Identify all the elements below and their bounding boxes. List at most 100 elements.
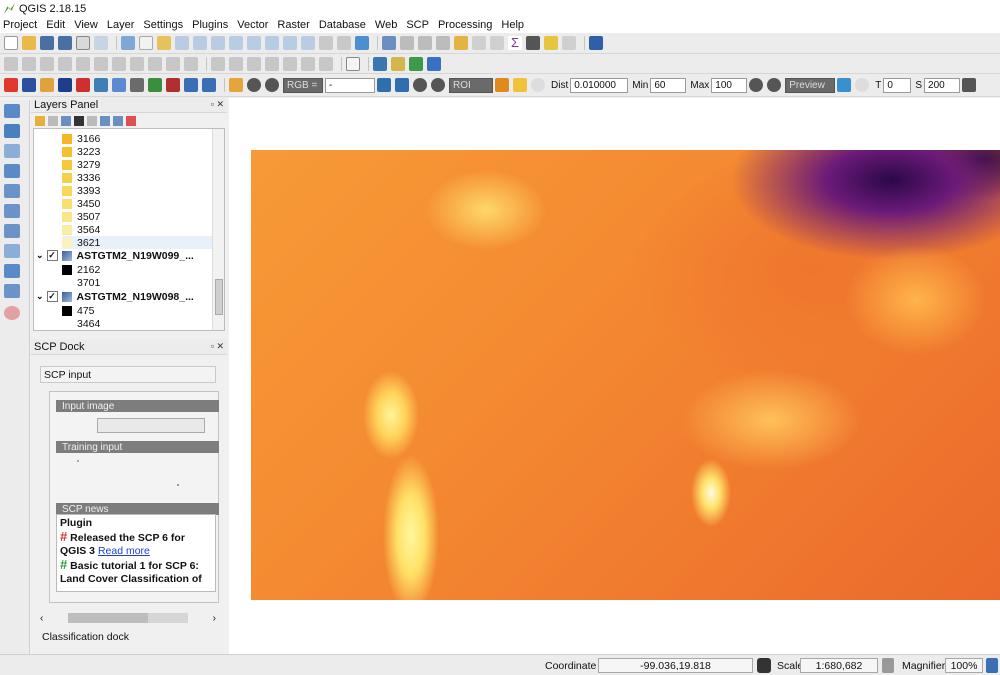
composer-manager-icon[interactable] bbox=[94, 36, 108, 50]
add-wms-layer-icon[interactable] bbox=[4, 184, 20, 198]
open-project-icon[interactable] bbox=[22, 36, 36, 50]
touch-icon[interactable] bbox=[139, 36, 153, 50]
roi-button[interactable]: ROI bbox=[449, 77, 493, 93]
t-spinbox[interactable]: 0 bbox=[883, 77, 912, 93]
preprocessing-icon[interactable] bbox=[40, 78, 54, 92]
scrollbar-thumb[interactable] bbox=[215, 279, 223, 315]
rgb-composite-icon[interactable] bbox=[229, 78, 243, 92]
panel-float-close-icon[interactable]: ▫ ✕ bbox=[211, 99, 224, 110]
save-as-icon[interactable] bbox=[58, 36, 72, 50]
tools-icon[interactable] bbox=[148, 78, 162, 92]
print-composer-icon[interactable] bbox=[76, 36, 90, 50]
cut-features-icon[interactable] bbox=[130, 56, 144, 71]
save-project-icon[interactable] bbox=[40, 36, 54, 50]
new-shapefile-icon[interactable] bbox=[4, 284, 20, 298]
menu-database[interactable]: Database bbox=[319, 19, 366, 31]
copy-features-icon[interactable] bbox=[148, 56, 162, 71]
read-more-link[interactable]: Read more bbox=[98, 545, 150, 557]
preview-pointer-icon[interactable] bbox=[837, 78, 852, 92]
layer-item[interactable]: ⌄ ✓ ASTGTM2_N19W098_... bbox=[36, 290, 194, 303]
undo-icon[interactable] bbox=[184, 56, 198, 71]
new-training-icon[interactable] bbox=[77, 460, 79, 462]
menu-scp[interactable]: SCP bbox=[406, 19, 429, 31]
zoom-next-icon[interactable] bbox=[301, 36, 315, 50]
filter-icon[interactable] bbox=[74, 115, 84, 126]
filter-expression-icon[interactable] bbox=[87, 115, 97, 126]
scale-combo[interactable]: 1:680,682 bbox=[800, 658, 878, 673]
redo-preview-icon[interactable] bbox=[855, 78, 870, 92]
settings-scp-icon[interactable] bbox=[166, 78, 180, 92]
messages-icon[interactable] bbox=[986, 658, 998, 673]
show-hide-roi-icon[interactable] bbox=[431, 78, 445, 92]
scrollbar-thumb[interactable] bbox=[68, 613, 148, 623]
zoom-preview-icon[interactable] bbox=[749, 78, 764, 92]
max-spinbox[interactable]: 100 bbox=[711, 77, 748, 93]
min-spinbox[interactable]: 60 bbox=[650, 77, 687, 93]
scroll-left-icon[interactable]: ‹ bbox=[40, 613, 43, 624]
show-hide-labels-icon[interactable] bbox=[319, 56, 333, 71]
select-features-icon[interactable] bbox=[418, 36, 432, 50]
csw-icon[interactable] bbox=[346, 56, 360, 71]
change-label-icon[interactable] bbox=[301, 56, 315, 71]
rotate-label-icon[interactable] bbox=[283, 56, 297, 71]
s-spinbox[interactable]: 200 bbox=[924, 77, 961, 93]
layer-item[interactable]: ⌄ ✓ ASTGTM2_N19W099_... bbox=[36, 249, 194, 262]
measure-icon[interactable] bbox=[526, 36, 540, 50]
remove-layer-icon[interactable] bbox=[126, 115, 136, 126]
node-tool-icon[interactable] bbox=[94, 56, 108, 71]
move-feature-icon[interactable] bbox=[76, 56, 90, 71]
show-hide-image-icon[interactable] bbox=[265, 78, 279, 92]
python-console-icon[interactable] bbox=[373, 56, 387, 71]
menu-web[interactable]: Web bbox=[375, 19, 397, 31]
menu-raster[interactable]: Raster bbox=[277, 19, 309, 31]
chevron-down-icon[interactable]: ⌄ bbox=[36, 291, 44, 302]
add-raster-layer-icon[interactable] bbox=[4, 124, 20, 138]
lock-icon[interactable] bbox=[882, 658, 894, 673]
help-icon[interactable] bbox=[589, 36, 603, 50]
band-set-combo[interactable]: RGB = bbox=[283, 77, 323, 93]
extents-toggle-icon[interactable] bbox=[757, 658, 771, 673]
show-hide-preview-icon[interactable] bbox=[767, 78, 782, 92]
manage-visibility-icon[interactable] bbox=[61, 115, 71, 126]
run-action-icon[interactable] bbox=[400, 36, 414, 50]
map-tips-icon[interactable] bbox=[544, 36, 558, 50]
redo-roi-icon[interactable] bbox=[531, 78, 545, 92]
menu-settings[interactable]: Settings bbox=[143, 19, 183, 31]
bookmark-icon[interactable] bbox=[337, 36, 351, 50]
user-manual-icon[interactable] bbox=[184, 78, 198, 92]
pin-labels-icon[interactable] bbox=[229, 56, 243, 71]
pan-map-icon[interactable] bbox=[121, 36, 135, 50]
zoom-selection-icon[interactable] bbox=[247, 36, 261, 50]
zoom-last-icon[interactable] bbox=[283, 36, 297, 50]
add-vector-layer-icon[interactable] bbox=[4, 104, 20, 118]
new-map-view-icon[interactable] bbox=[319, 36, 333, 50]
move-label-icon[interactable] bbox=[265, 56, 279, 71]
paste-features-icon[interactable] bbox=[166, 56, 180, 71]
toggle-editing-icon[interactable] bbox=[22, 56, 36, 71]
plugin-icon[interactable] bbox=[391, 56, 405, 71]
scp-landsat-icon[interactable] bbox=[409, 56, 423, 71]
remove-temp-files-icon[interactable] bbox=[962, 78, 977, 92]
collapse-all-icon[interactable] bbox=[113, 115, 123, 126]
scrollbar-track[interactable] bbox=[68, 613, 188, 623]
add-postgis-layer-icon[interactable] bbox=[4, 144, 20, 158]
scp-logo-icon[interactable] bbox=[427, 56, 441, 71]
scp-input-tab[interactable]: SCP input bbox=[40, 366, 216, 383]
style-icon[interactable] bbox=[35, 115, 45, 126]
local-cumulative-stretch-icon[interactable] bbox=[377, 78, 391, 92]
label-tool-icon[interactable] bbox=[211, 56, 225, 71]
zoom-image-icon[interactable] bbox=[247, 78, 261, 92]
layer-visibility-checkbox[interactable]: ✓ bbox=[46, 291, 58, 302]
download-icon[interactable] bbox=[22, 78, 36, 92]
help-scp-icon[interactable] bbox=[202, 78, 216, 92]
zoom-roi-icon[interactable] bbox=[413, 78, 427, 92]
field-calculator-icon[interactable] bbox=[472, 36, 486, 50]
classification-dock-tab[interactable]: Classification dock bbox=[42, 631, 129, 643]
sigma-icon[interactable]: Σ bbox=[508, 36, 522, 50]
layer-visibility-checkbox[interactable]: ✓ bbox=[46, 250, 58, 261]
spectral-plot-icon[interactable] bbox=[112, 78, 126, 92]
menu-project[interactable]: Project bbox=[3, 19, 37, 31]
save-edits-icon[interactable] bbox=[40, 56, 54, 71]
postprocessing-icon[interactable] bbox=[58, 78, 72, 92]
zoom-full-icon[interactable] bbox=[229, 36, 243, 50]
